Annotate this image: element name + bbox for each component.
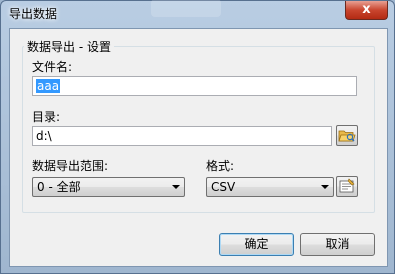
window-title: 导出数据 <box>9 7 58 21</box>
chevron-down-icon <box>321 185 329 189</box>
format-value: CSV <box>211 180 236 194</box>
group-legend: 数据导出 - 设置 <box>24 38 114 55</box>
folder-open-icon <box>338 130 356 142</box>
format-settings-button[interactable] <box>336 176 358 197</box>
chevron-down-icon <box>172 185 180 189</box>
format-label: 格式: <box>206 159 235 173</box>
filename-label: 文件名: <box>32 60 73 74</box>
directory-input[interactable]: d:\ <box>32 126 332 146</box>
filename-input[interactable]: aaa <box>32 76 357 96</box>
directory-label: 目录: <box>32 110 61 124</box>
ok-button[interactable]: 确定 <box>219 233 294 256</box>
browse-directory-button[interactable] <box>336 125 358 146</box>
directory-value: d:\ <box>36 129 52 143</box>
cancel-button[interactable]: 取消 <box>300 233 375 256</box>
close-button[interactable]: x <box>345 1 388 20</box>
title-bar[interactable]: 导出数据 x <box>1 0 394 27</box>
export-data-dialog: 导出数据 x 数据导出 - 设置 文件名: aaa 目录: d:\ 数据导出范围… <box>0 0 395 274</box>
title-bar-background-ghost <box>151 0 221 17</box>
export-range-select[interactable]: 0 - 全部 <box>32 177 185 197</box>
export-range-label: 数据导出范围: <box>32 159 109 173</box>
format-select[interactable]: CSV <box>206 177 334 197</box>
dialog-body: 数据导出 - 设置 文件名: aaa 目录: d:\ 数据导出范围: 0 - 全… <box>9 28 388 267</box>
format-settings-icon <box>339 178 355 193</box>
export-range-value: 0 - 全部 <box>37 180 81 194</box>
filename-value: aaa <box>36 79 61 93</box>
